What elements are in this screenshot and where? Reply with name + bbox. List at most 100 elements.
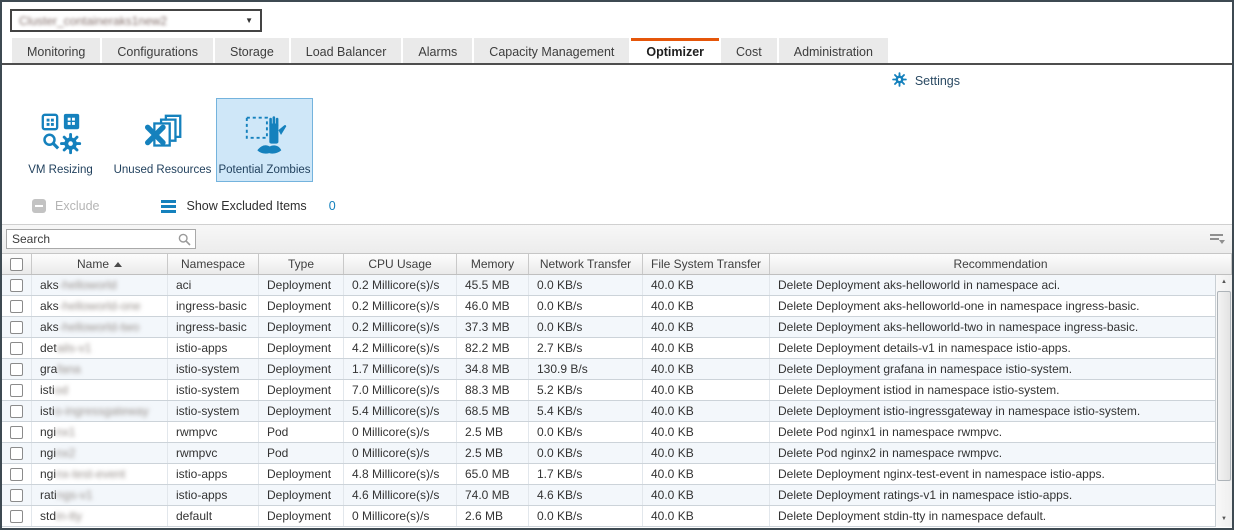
cell-memory: 2.6 MB <box>457 506 529 526</box>
table-row[interactable]: aks-helloworld-oneingress-basicDeploymen… <box>2 296 1232 317</box>
row-checkbox[interactable] <box>10 321 23 334</box>
cluster-selector-dropdown[interactable]: Cluster_containeraks1new2 ▼ <box>10 9 262 32</box>
scroll-down-button[interactable]: ▼ <box>1216 512 1232 527</box>
cell-checkbox <box>2 422 32 442</box>
tab-load-balancer[interactable]: Load Balancer <box>291 38 402 63</box>
row-checkbox[interactable] <box>10 279 23 292</box>
row-checkbox[interactable] <box>10 426 23 439</box>
list-icon <box>161 200 176 213</box>
row-checkbox[interactable] <box>10 363 23 376</box>
cell-namespace: aci <box>168 275 259 295</box>
cell-cpu-usage: 0 Millicore(s)/s <box>344 422 457 442</box>
row-checkbox[interactable] <box>10 300 23 313</box>
table-row[interactable]: nginx2rwmpvcPod0 Millicore(s)/s2.5 MB0.0… <box>2 443 1232 464</box>
potential-zombies-icon <box>242 108 288 160</box>
table-row[interactable]: stdin-ttydefaultDeployment0 Millicore(s)… <box>2 506 1232 527</box>
column-options-icon[interactable] <box>1210 234 1225 242</box>
gear-icon <box>891 71 908 91</box>
row-checkbox[interactable] <box>10 384 23 397</box>
column-header-memory[interactable]: Memory <box>457 254 529 274</box>
cell-checkbox <box>2 443 32 463</box>
tool-unused-resources[interactable]: Unused Resources <box>114 98 211 182</box>
cell-network-transfer: 0.0 KB/s <box>529 506 643 526</box>
tab-capacity-management[interactable]: Capacity Management <box>474 38 629 63</box>
table-row[interactable]: details-v1istio-appsDeployment4.2 Millic… <box>2 338 1232 359</box>
cell-cpu-usage: 4.2 Millicore(s)/s <box>344 338 457 358</box>
cell-namespace: ingress-basic <box>168 296 259 316</box>
cell-file-system-transfer: 40.0 KB <box>643 443 770 463</box>
cell-cpu-usage: 7.0 Millicore(s)/s <box>344 380 457 400</box>
cell-memory: 74.0 MB <box>457 485 529 505</box>
exclude-button[interactable]: Exclude <box>32 199 99 213</box>
column-header-file-system-transfer[interactable]: File System Transfer <box>643 254 770 274</box>
tab-cost[interactable]: Cost <box>721 38 777 63</box>
cell-name: istio-ingressgateway <box>32 401 168 421</box>
tab-optimizer[interactable]: Optimizer <box>631 38 719 63</box>
select-all-header-cell <box>2 254 32 274</box>
exclude-label: Exclude <box>55 199 99 213</box>
cell-cpu-usage: 1.7 Millicore(s)/s <box>344 359 457 379</box>
column-header-cpu-usage[interactable]: CPU Usage <box>344 254 457 274</box>
cell-cpu-usage: 5.4 Millicore(s)/s <box>344 401 457 421</box>
cluster-selector-value: Cluster_containeraks1new2 <box>19 14 167 28</box>
tool-vm-resizing[interactable]: VM Resizing <box>12 98 109 182</box>
grid-toolbar <box>2 224 1232 254</box>
cell-namespace: ingress-basic <box>168 317 259 337</box>
cell-namespace: istio-apps <box>168 338 259 358</box>
row-checkbox[interactable] <box>10 510 23 523</box>
column-header-recommendation[interactable]: Recommendation <box>770 254 1232 274</box>
row-checkbox[interactable] <box>10 468 23 481</box>
row-checkbox[interactable] <box>10 447 23 460</box>
column-header-name[interactable]: Name <box>32 254 168 274</box>
cell-name: nginx1 <box>32 422 168 442</box>
scrollbar-thumb[interactable] <box>1217 291 1231 481</box>
cell-file-system-transfer: 40.0 KB <box>643 380 770 400</box>
row-checkbox[interactable] <box>10 405 23 418</box>
table-row[interactable]: ratings-v1istio-appsDeployment4.6 Millic… <box>2 485 1232 506</box>
cell-recommendation: Delete Deployment aks-helloworld-one in … <box>770 296 1232 316</box>
table-row[interactable]: istiodistio-systemDeployment7.0 Millicor… <box>2 380 1232 401</box>
table-row[interactable]: istio-ingressgatewayistio-systemDeployme… <box>2 401 1232 422</box>
scroll-up-button[interactable]: ▲ <box>1216 275 1232 290</box>
table-row[interactable]: aks-helloworld-twoingress-basicDeploymen… <box>2 317 1232 338</box>
cell-name: details-v1 <box>32 338 168 358</box>
minus-icon <box>32 199 46 213</box>
cell-checkbox <box>2 401 32 421</box>
row-checkbox[interactable] <box>10 342 23 355</box>
vertical-scrollbar[interactable]: ▲ ▼ <box>1215 275 1232 527</box>
cell-file-system-transfer: 40.0 KB <box>643 485 770 505</box>
cell-type: Deployment <box>259 317 344 337</box>
cell-memory: 37.3 MB <box>457 317 529 337</box>
tab-monitoring[interactable]: Monitoring <box>12 38 100 63</box>
cell-recommendation: Delete Deployment istiod in namespace is… <box>770 380 1232 400</box>
column-header-namespace[interactable]: Namespace <box>168 254 259 274</box>
table-row[interactable]: nginx1rwmpvcPod0 Millicore(s)/s2.5 MB0.0… <box>2 422 1232 443</box>
column-header-type[interactable]: Type <box>259 254 344 274</box>
column-header-network-transfer[interactable]: Network Transfer <box>529 254 643 274</box>
table-row[interactable]: aks-helloworldaciDeployment0.2 Millicore… <box>2 275 1232 296</box>
show-excluded-items-button[interactable]: Show Excluded Items 0 <box>161 199 335 213</box>
table-row[interactable]: nginx-test-eventistio-appsDeployment4.8 … <box>2 464 1232 485</box>
cell-checkbox <box>2 485 32 505</box>
tab-configurations[interactable]: Configurations <box>102 38 213 63</box>
optimizer-tools: VM Resizing Unused ResourcesPotential Zom… <box>2 97 1232 188</box>
cell-recommendation: Delete Pod nginx1 in namespace rwmpvc. <box>770 422 1232 442</box>
tool-potential-zombies[interactable]: Potential Zombies <box>216 98 313 182</box>
sort-ascending-icon <box>114 262 122 267</box>
cell-cpu-usage: 0 Millicore(s)/s <box>344 443 457 463</box>
unused-resources-icon <box>140 108 186 160</box>
cell-network-transfer: 0.0 KB/s <box>529 422 643 442</box>
row-checkbox[interactable] <box>10 489 23 502</box>
table-row[interactable]: grafanaistio-systemDeployment1.7 Millico… <box>2 359 1232 380</box>
tool-label: VM Resizing <box>28 164 93 176</box>
app-window: Cluster_containeraks1new2 ▼ MonitoringCo… <box>0 0 1234 530</box>
tab-storage[interactable]: Storage <box>215 38 289 63</box>
search-input[interactable] <box>7 232 178 246</box>
select-all-checkbox[interactable] <box>10 258 23 271</box>
cell-cpu-usage: 0.2 Millicore(s)/s <box>344 317 457 337</box>
settings-button[interactable]: Settings <box>891 71 960 91</box>
cell-cpu-usage: 0.2 Millicore(s)/s <box>344 296 457 316</box>
tab-administration[interactable]: Administration <box>779 38 888 63</box>
tab-alarms[interactable]: Alarms <box>403 38 472 63</box>
cell-namespace: istio-system <box>168 401 259 421</box>
